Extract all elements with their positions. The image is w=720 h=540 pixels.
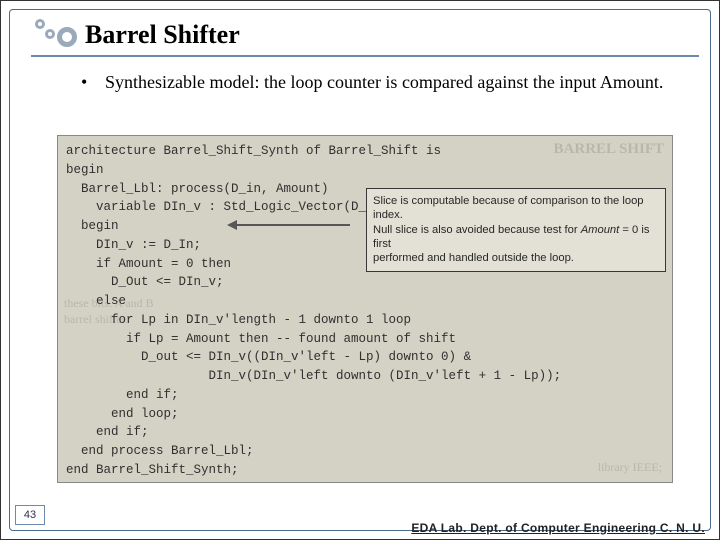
code-line: end if; [66,386,664,405]
code-line: architecture Barrel_Shift_Synth of Barre… [66,142,664,161]
deco-circle [57,27,77,47]
bullet-list: • Synthesizable model: the loop counter … [81,71,679,94]
deco-circle [35,19,45,29]
code-line: end if; [66,423,664,442]
title-underline [31,55,699,57]
bullet-item: • Synthesizable model: the loop counter … [81,71,679,94]
code-line: D_Out <= DIn_v; [66,273,664,292]
bullet-text: Synthesizable model: the loop counter is… [105,71,679,94]
title-decoration [31,17,79,53]
callout-text: Null slice is also avoided because test … [373,224,581,236]
callout-box: Slice is computable because of compariso… [366,188,666,272]
code-line: if Lp = Amount then -- found amount of s… [66,330,664,349]
code-line: DIn_v(DIn_v'left downto (DIn_v'left + 1 … [66,367,664,386]
code-line: D_out <= DIn_v((DIn_v'left - Lp) downto … [66,348,664,367]
code-line: begin [66,161,664,180]
page-number: 43 [15,505,45,525]
deco-circle [45,29,55,39]
footer-text: EDA Lab. Dept. of Computer Engineering C… [411,521,705,535]
page-title: Barrel Shifter [85,20,240,50]
code-screenshot: BARREL SHIFT these bits. A and Bbarrel s… [57,135,673,483]
code-line: for Lp in DIn_v'length - 1 downto 1 loop [66,311,664,330]
callout-italic: Amount [581,224,620,236]
code-line: end loop; [66,405,664,424]
callout-text: Slice is computable because of compariso… [373,195,644,221]
title-bar: Barrel Shifter [31,15,699,55]
code-line: else [66,292,664,311]
bullet-marker: • [81,71,105,94]
callout-arrow [230,224,350,226]
code-line: end Barrel_Shift_Synth; [66,461,664,480]
callout-text: performed and handled outside the loop. [373,252,574,264]
slide-frame: Barrel Shifter • Synthesizable model: th… [0,0,720,540]
code-line: end process Barrel_Lbl; [66,442,664,461]
